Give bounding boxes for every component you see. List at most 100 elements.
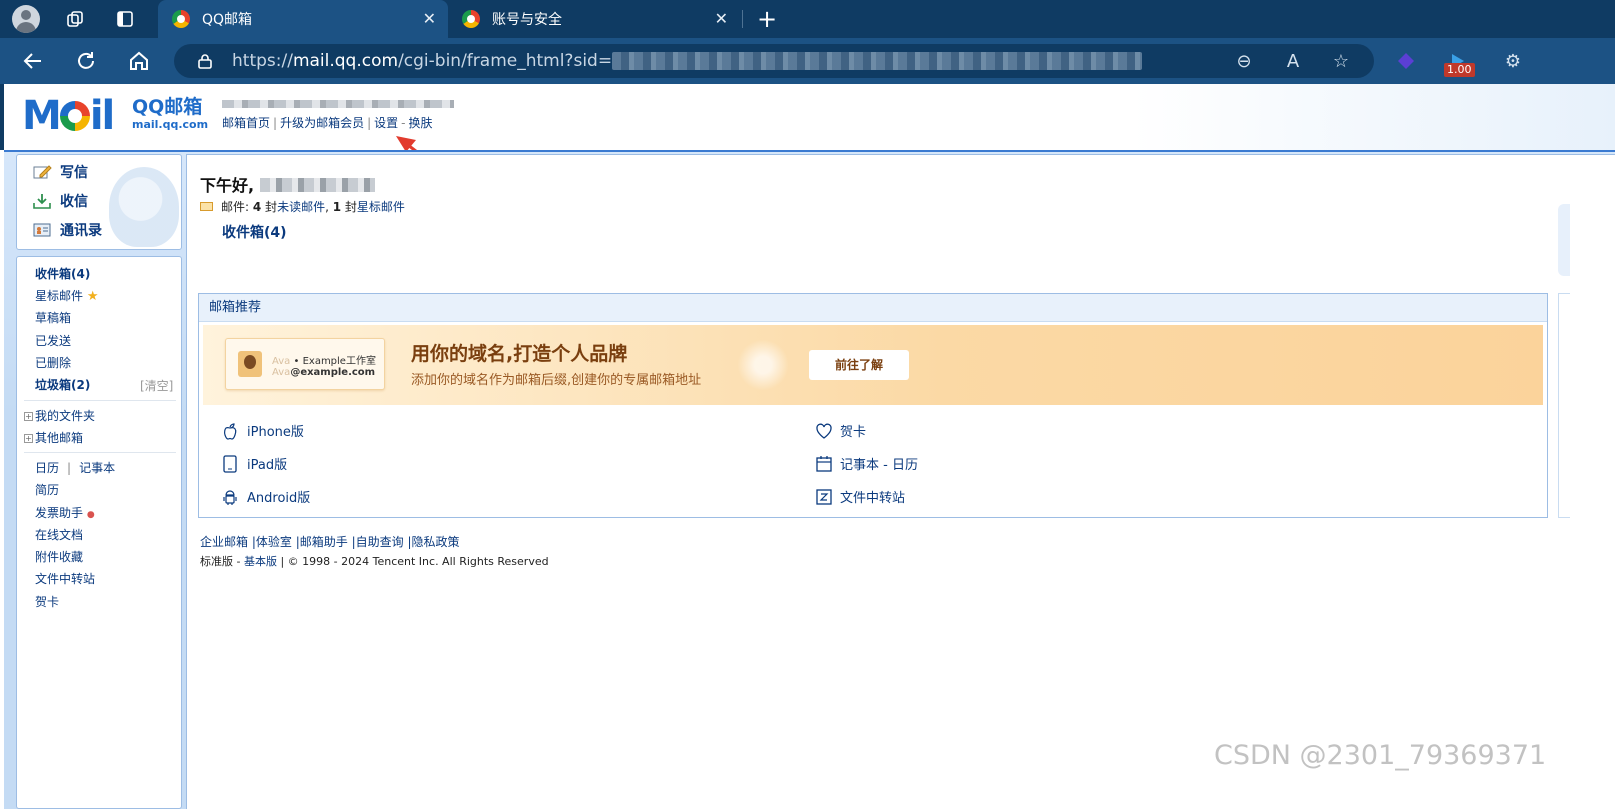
- learn-more-button[interactable]: 前往了解: [809, 350, 909, 380]
- unread-suffix: 封: [261, 200, 278, 214]
- app-android-label: Android版: [247, 491, 311, 506]
- home-icon[interactable]: [124, 46, 154, 76]
- folder-starred[interactable]: 星标邮件 ★: [35, 287, 99, 304]
- footer-copyright: 标准版 - 基本版 | © 1998 - 2024 Tencent Inc. A…: [200, 555, 549, 568]
- person-avatar-icon: [238, 351, 262, 377]
- link-mail-home[interactable]: 邮箱首页: [222, 116, 270, 130]
- divider: [24, 452, 176, 453]
- profile-avatar[interactable]: [12, 5, 40, 33]
- footer-lab-link[interactable]: 体验室: [256, 535, 292, 549]
- folder-inbox[interactable]: 收件箱(4): [35, 265, 90, 282]
- app-iphone-label: iPhone版: [247, 425, 304, 440]
- favorite-star-icon[interactable]: ☆: [1326, 46, 1356, 76]
- mail-summary: 邮件: 4 封未读邮件, 1 封星标邮件: [200, 198, 405, 215]
- tab-actions-icon[interactable]: [110, 4, 140, 34]
- tool-attachments[interactable]: 附件收藏: [35, 548, 83, 565]
- starred-mail-link[interactable]: 星标邮件: [357, 200, 405, 214]
- tool-resume[interactable]: 简历: [35, 481, 59, 498]
- extensions-puzzle-icon[interactable]: ⚙: [1498, 46, 1528, 76]
- side-widget-edge: [1558, 293, 1570, 518]
- folder-deleted[interactable]: 已删除: [35, 354, 71, 371]
- link-upgrade-vip[interactable]: 升级为邮箱会员: [280, 116, 364, 130]
- contacts-label: 通讯录: [60, 223, 102, 239]
- edition-standard: 标准版: [200, 555, 233, 568]
- unread-count: 4: [252, 200, 262, 214]
- url-host: mail.qq.com: [292, 51, 399, 71]
- contacts-button[interactable]: 通讯录: [16, 217, 102, 243]
- expand-plus-icon[interactable]: +: [24, 434, 33, 443]
- link-skin[interactable]: 换肤: [408, 116, 432, 130]
- footer-privacy-link[interactable]: 隐私政策: [412, 535, 460, 549]
- new-tab-icon[interactable]: +: [752, 4, 782, 34]
- card-line1: Ava • Example工作室: [272, 352, 376, 367]
- sparkle-decoration-icon: [733, 335, 793, 395]
- folder-other-mail[interactable]: + 其他邮箱: [24, 429, 83, 446]
- folder-spam[interactable]: 垃圾箱(2): [35, 376, 90, 393]
- address-bar[interactable]: https://mail.qq.com/cgi-bin/frame_html?s…: [174, 44, 1374, 78]
- read-aloud-icon[interactable]: A: [1278, 46, 1308, 76]
- clear-spam-link[interactable]: [清空]: [140, 377, 173, 394]
- footer-assistant-link[interactable]: 邮箱助手: [300, 535, 348, 549]
- url-redacted: [612, 52, 1143, 70]
- tool-cards[interactable]: 贺卡: [35, 593, 59, 610]
- compose-button[interactable]: 写信: [16, 159, 88, 185]
- footer-selfservice-link[interactable]: 自助查询: [356, 535, 404, 549]
- tablet-icon: [222, 454, 238, 473]
- tool-docs[interactable]: 在线文档: [35, 526, 83, 543]
- compose-label: 写信: [60, 165, 88, 181]
- heart-icon: [815, 422, 832, 440]
- greeting-card-link[interactable]: 贺卡: [815, 421, 866, 440]
- other-mail-label: 其他邮箱: [35, 431, 84, 445]
- tab-account-security[interactable]: 账号与安全 ✕: [448, 0, 740, 38]
- notes-calendar-link[interactable]: 记事本 - 日历: [815, 454, 918, 473]
- refresh-icon[interactable]: [71, 46, 101, 76]
- close-tab-icon[interactable]: ✕: [423, 9, 436, 28]
- starred-suffix: 封: [341, 200, 357, 214]
- edition-basic-link[interactable]: 基本版: [244, 555, 277, 568]
- card-line2-text: @example.com: [290, 367, 376, 378]
- banner-title: 用你的域名,打造个人品牌: [411, 343, 628, 365]
- recommend-header: 邮箱推荐: [199, 294, 1547, 322]
- card-line1-dim: Ava: [272, 356, 291, 367]
- domain-promo-banner[interactable]: Ava • Example工作室 Ava@example.com 用你的域名,打…: [203, 325, 1543, 405]
- folder-drafts[interactable]: 草稿箱: [35, 309, 71, 326]
- unread-mail-link[interactable]: 未读邮件: [277, 200, 325, 214]
- logo-il: il: [89, 93, 115, 139]
- folder-my-folders[interactable]: + 我的文件夹: [24, 407, 95, 424]
- card-line1-text: • Example工作室: [293, 356, 376, 367]
- close-tab-icon[interactable]: ✕: [715, 9, 728, 28]
- receive-button[interactable]: 收信: [16, 188, 88, 214]
- app-android-link[interactable]: Android版: [222, 487, 310, 506]
- expand-plus-icon[interactable]: +: [24, 412, 33, 421]
- star-icon: ★: [86, 289, 99, 304]
- tool-calendar[interactable]: 日历: [35, 461, 59, 475]
- zoom-out-icon[interactable]: ⊖: [1229, 46, 1259, 76]
- tool-notes[interactable]: 记事本: [79, 461, 115, 475]
- file-transfer-link[interactable]: 文件中转站: [815, 487, 905, 506]
- inbox-link[interactable]: 收件箱(4): [222, 222, 287, 242]
- tool-invoice[interactable]: 发票助手 ●: [35, 504, 95, 521]
- mail-label: 邮件:: [221, 200, 250, 214]
- footer-enterprise-link[interactable]: 企业邮箱: [200, 535, 248, 549]
- browser-tab-bar: QQ邮箱 ✕ 账号与安全 ✕ +: [0, 0, 1615, 38]
- mail-header: Mil QQ邮箱 mail.qq.com 邮箱首页 | 升级为邮箱会员 | 设置 - 换肤: [0, 84, 1615, 150]
- qqmail-logo[interactable]: Mil QQ邮箱 mail.qq.com: [22, 93, 208, 139]
- divider: [24, 400, 176, 401]
- folder-starred-label: 星标邮件: [35, 289, 84, 303]
- lock-icon[interactable]: [198, 53, 212, 69]
- tool-transfer[interactable]: 文件中转站: [35, 570, 95, 587]
- link-settings[interactable]: 设置: [374, 116, 398, 130]
- header-links: 邮箱首页 | 升级为邮箱会员 | 设置 - 换肤: [222, 116, 433, 130]
- app-iphone-link[interactable]: iPhone版: [222, 421, 304, 440]
- footer-links: 企业邮箱 |体验室 |邮箱助手 |自助查询 |隐私政策: [200, 535, 460, 549]
- url-prefix: https://: [232, 51, 293, 71]
- qq-favicon-icon: [462, 10, 480, 28]
- collections-icon[interactable]: [60, 4, 90, 34]
- greeting-card-label: 贺卡: [840, 425, 867, 440]
- tab-qqmail[interactable]: QQ邮箱 ✕: [158, 0, 448, 38]
- extension-gem-icon[interactable]: [1391, 46, 1421, 76]
- back-icon[interactable]: [18, 46, 48, 76]
- greeting: 下午好,: [200, 172, 375, 196]
- folder-sent[interactable]: 已发送: [35, 332, 71, 349]
- app-ipad-link[interactable]: iPad版: [222, 454, 287, 473]
